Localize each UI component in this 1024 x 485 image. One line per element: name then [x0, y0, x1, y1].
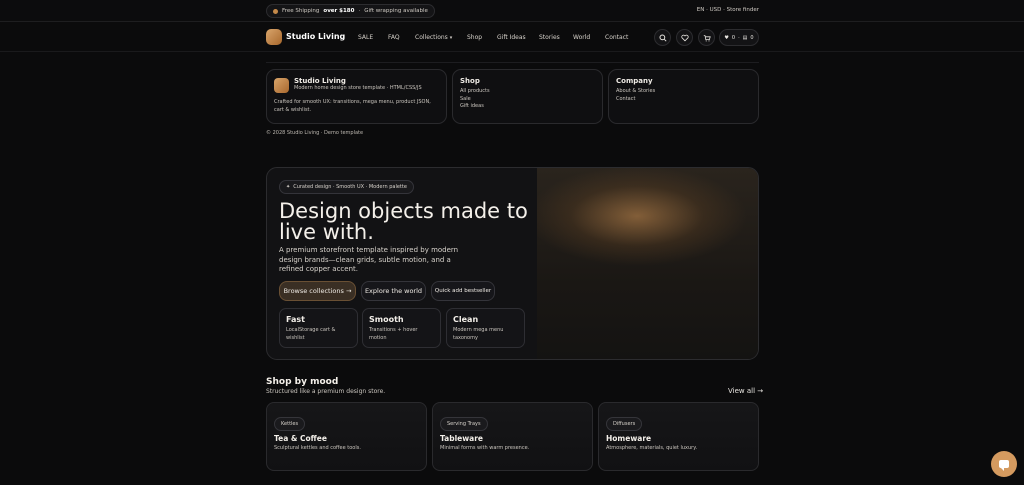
- search-icon: [658, 33, 667, 42]
- hero-section: ✦ Curated design · Smooth UX · Modern pa…: [266, 167, 759, 360]
- mood-card-desc: Minimal forms with warm presence.: [440, 445, 530, 451]
- stat-smooth-title: Smooth: [369, 315, 404, 324]
- stat-fast-desc: LocalStorage cart & wishlist: [286, 327, 336, 341]
- mood-section-title: Shop by mood: [266, 377, 339, 387]
- sparkle-icon: ✦: [286, 184, 291, 190]
- nav-shop[interactable]: Shop: [467, 34, 482, 41]
- hero-title: Design objects made to live with.: [279, 199, 528, 244]
- hero-image: [537, 168, 758, 359]
- stat-clean: Clean Modern mega menu taxonomy: [446, 308, 525, 348]
- view-all-link[interactable]: View all →: [728, 387, 763, 395]
- logo-mark[interactable]: [266, 29, 282, 45]
- top-bar: Free Shipping over $180 · Gift wrapping …: [0, 0, 1024, 22]
- cart-icon: [703, 34, 711, 41]
- nav-collections[interactable]: Collections ▾: [415, 34, 452, 41]
- brand-card-logo: [274, 78, 289, 93]
- promo-dot-icon: [273, 8, 278, 14]
- chat-button[interactable]: [991, 451, 1017, 477]
- heart-small-icon: ♥: [724, 34, 729, 41]
- mood-card-tea-coffee[interactable]: Kettles Tea & Coffee Sculptural kettles …: [266, 402, 427, 471]
- stat-smooth: Smooth Transitions + hover motion: [362, 308, 441, 348]
- mood-card-title: Homeware: [606, 434, 652, 443]
- hero-chip-text: Curated design · Smooth UX · Modern pale…: [293, 184, 407, 190]
- nav-contact[interactable]: Contact: [605, 34, 628, 41]
- promo-extra: Gift wrapping available: [364, 8, 428, 14]
- nav-world[interactable]: World: [573, 34, 590, 41]
- shop-card-title: Shop: [460, 77, 480, 85]
- chevron-down-icon: ▾: [449, 35, 453, 41]
- mood-card-title: Tea & Coffee: [274, 434, 327, 443]
- browse-collections-button[interactable]: Browse collections →: [279, 281, 356, 301]
- brand-card-subtitle: Modern home design store template · HTML…: [294, 85, 422, 91]
- mood-tag: Serving Trays: [440, 417, 488, 431]
- wishlist-count: 0: [731, 34, 736, 41]
- locale-links[interactable]: EN · USD · Store finder: [697, 7, 759, 13]
- mood-card-title: Tableware: [440, 434, 484, 443]
- nav-faq[interactable]: FAQ: [388, 34, 400, 41]
- brand-name[interactable]: Studio Living: [286, 32, 345, 41]
- footer-link-all-products[interactable]: All products: [460, 88, 595, 96]
- promo-text: Free Shipping: [282, 8, 320, 14]
- copyright: © 2028 Studio Living · Demo template: [266, 130, 364, 136]
- search-button[interactable]: [654, 29, 671, 46]
- promo-pill: Free Shipping over $180 · Gift wrapping …: [266, 4, 435, 18]
- section-divider: [266, 62, 759, 63]
- mood-section-subtitle: Structured like a premium design store.: [266, 388, 386, 395]
- company-card: Company About & Stories Contact: [608, 69, 759, 124]
- brand-card-desc: Crafted for smooth UX: transitions, mega…: [274, 99, 431, 113]
- stat-fast: Fast LocalStorage cart & wishlist: [279, 308, 358, 348]
- stat-fast-title: Fast: [286, 315, 305, 324]
- stat-clean-desc: Modern mega menu taxonomy: [453, 327, 504, 341]
- brand-card: Studio Living Modern home design store t…: [266, 69, 447, 124]
- promo-separator: ·: [358, 8, 361, 14]
- cart-button[interactable]: [698, 29, 715, 46]
- stat-smooth-desc: Transitions + hover motion: [369, 327, 418, 341]
- mood-tag: Diffusers: [606, 417, 643, 431]
- shop-card: Shop All products Sale Gift ideas: [452, 69, 603, 124]
- mood-card-tableware[interactable]: Serving Trays Tableware Minimal forms wi…: [432, 402, 593, 471]
- quick-add-bestseller-button[interactable]: Quick add bestseller: [431, 281, 495, 301]
- wishlist-button[interactable]: [676, 29, 693, 46]
- company-card-title: Company: [616, 77, 653, 85]
- nav-gift-ideas[interactable]: Gift Ideas: [497, 34, 526, 41]
- nav-stories[interactable]: Stories: [539, 34, 560, 41]
- hero-chip: ✦ Curated design · Smooth UX · Modern pa…: [279, 180, 414, 194]
- bag-small-icon: ▤: [742, 34, 748, 41]
- stat-clean-title: Clean: [453, 315, 479, 324]
- hero-subtitle: A premium storefront template inspired b…: [279, 246, 459, 273]
- heart-icon: [680, 34, 689, 41]
- wishlist-cart-counter[interactable]: ♥ 0 · ▤ 0: [719, 29, 759, 46]
- cart-count: 0: [750, 34, 754, 41]
- explore-world-button[interactable]: Explore the world: [361, 281, 426, 301]
- mood-card-homeware[interactable]: Diffusers Homeware Atmosphere, materials…: [598, 402, 759, 471]
- nav-collections-label: Collections: [415, 34, 448, 41]
- footer-link-contact[interactable]: Contact: [616, 96, 751, 104]
- footer-link-sale[interactable]: Sale: [460, 96, 595, 104]
- mood-tag: Kettles: [274, 417, 306, 431]
- nav-sale[interactable]: SALE: [358, 34, 373, 41]
- footer-link-about[interactable]: About & Stories: [616, 88, 751, 96]
- counter-separator: ·: [738, 34, 740, 41]
- mood-card-desc: Atmosphere, materials, quiet luxury.: [606, 445, 698, 451]
- chat-bubble-icon: [999, 460, 1009, 471]
- brand-card-title: Studio Living: [294, 77, 346, 85]
- footer-link-gift-ideas[interactable]: Gift ideas: [460, 103, 595, 111]
- promo-threshold: over $180: [323, 8, 355, 14]
- mood-card-desc: Sculptural kettles and coffee tools.: [274, 445, 361, 451]
